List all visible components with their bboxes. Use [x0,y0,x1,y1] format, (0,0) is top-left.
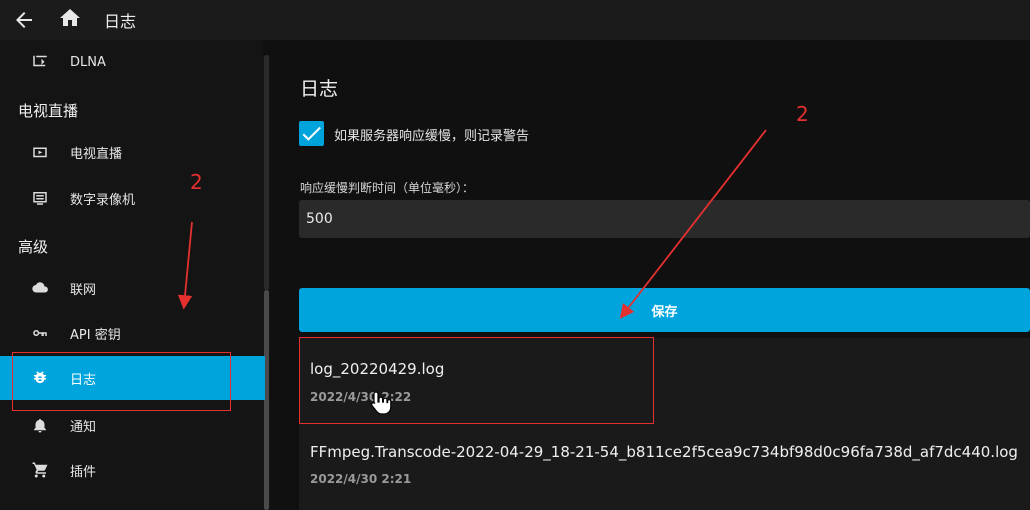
section-heading-livetv: 电视直播 [18,102,79,120]
sidebar-item-plugins[interactable]: 插件 [0,448,265,492]
annotation-box-log [299,337,654,424]
home-icon[interactable] [58,6,82,30]
sidebar-item-label: API 密钥 [70,327,121,343]
log-file-item[interactable]: FFmpeg.Transcode-2022-04-29_18-21-54_b81… [299,426,1030,510]
sidebar-item-label: 插件 [70,464,97,480]
page-title: 日志 [300,78,339,100]
sidebar-item-dlna[interactable]: DLNA [0,40,265,84]
cloud-icon [32,282,48,293]
header-title: 日志 [104,12,137,31]
sidebar-item-label: 数字录像机 [70,192,136,208]
sidebar-item-label: DLNA [70,54,106,70]
sidebar-item-label: 联网 [70,282,97,298]
checkmark-icon [302,126,321,141]
slow-response-warning-checkbox[interactable] [299,121,324,146]
sidebar-item-api-keys[interactable]: API 密钥 [0,311,265,355]
key-icon [33,329,47,336]
checkbox-label: 如果服务器响应缓慢，则记录警告 [334,129,530,144]
bell-icon [34,419,46,433]
save-button-label: 保存 [651,304,678,320]
save-button[interactable]: 保存 [299,288,1030,332]
slow-response-threshold-label: 响应缓慢判断时间（单位毫秒）： [300,181,475,195]
sidebar-item-networking[interactable]: 联网 [0,266,265,310]
sidebar-item-label: 通知 [70,419,97,435]
annotation-number-left: 2 [190,170,203,194]
sidebar-item-label: 电视直播 [70,146,123,162]
dlna-icon [33,55,47,67]
slow-response-threshold-input[interactable] [299,200,1030,238]
log-file-date: 2022/4/30 2:21 [310,472,412,486]
back-arrow-icon[interactable] [12,8,36,32]
cart-icon [32,462,48,478]
top-bar: 日志 [0,0,1030,40]
sidebar-item-dvr[interactable]: 数字录像机 [0,176,265,220]
tv-icon [33,147,47,158]
dvr-icon [33,192,47,205]
sidebar-item-livetv[interactable]: 电视直播 [0,130,265,174]
annotation-number-right: 2 [796,102,809,126]
log-file-name: FFmpeg.Transcode-2022-04-29_18-21-54_b81… [310,443,1018,461]
annotation-box-sidebar [12,352,231,411]
section-heading-advanced: 高级 [18,238,49,256]
